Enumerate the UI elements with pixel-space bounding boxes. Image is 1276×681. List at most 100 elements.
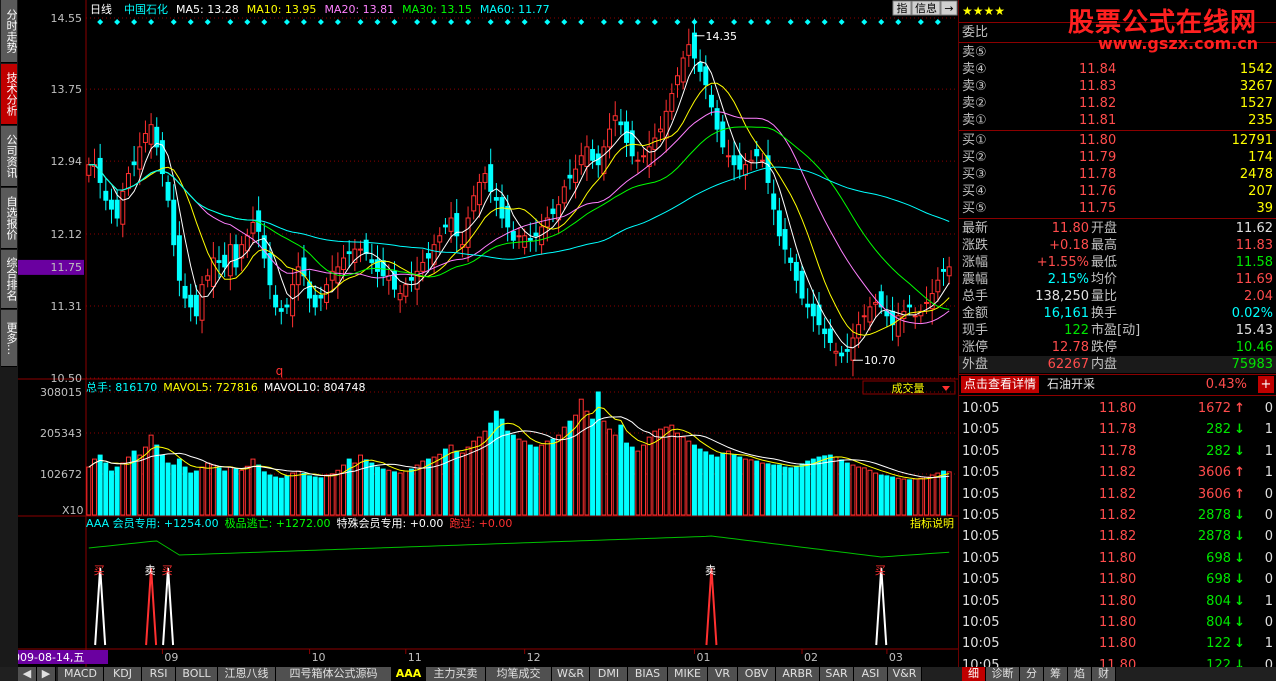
stat-value: 75983 [1231,357,1273,372]
sell-level-label: 卖⑤ [962,45,987,60]
tick-count: 0 [1264,550,1273,566]
indicator-tab-16[interactable]: SAR [820,667,854,681]
volume-bar [669,424,675,516]
sell-level-price: 11.82 [1079,96,1117,111]
left-tab-2[interactable]: 公司资讯 [1,126,18,187]
volume-bar [335,469,341,516]
date-label: 2009-08-14,五 [18,651,84,664]
volume-bar [346,458,352,516]
btn-zhi-button[interactable]: 指 [897,1,908,15]
indicator-tab-0[interactable]: MACD [58,667,104,681]
tick-time: 10:05 [962,529,1000,545]
q-marker: q [276,364,284,378]
weibi-label: 委比 [962,25,989,40]
indicator-tab-10[interactable]: DMI [590,667,628,681]
indicator-tab-14[interactable]: OBV [738,667,776,681]
arrow-down-icon: ↓ [1234,550,1245,566]
panel-tab-2[interactable]: 分 [1020,667,1044,681]
left-tab-4[interactable]: 综合排名 [1,250,18,309]
sell-signal-label: 卖 [705,564,716,577]
stat-label: 最高 [1091,238,1118,253]
buy-level-row: 买⑤ 11.75 39 [959,200,1276,217]
stat-label: 震幅 [962,272,989,287]
indicator-tab-1[interactable]: KDJ [104,667,142,681]
volume-bar [482,430,488,516]
scroll-left-button[interactable]: ◀ [18,667,37,681]
tick-time: 10:05 [962,636,1000,652]
indicator-tab-2[interactable]: RSI [142,667,176,681]
volume-bar [629,446,635,516]
stat-label: 涨跌 [962,238,989,253]
panel-tab-0[interactable]: 细 [962,667,986,681]
left-tab-3[interactable]: 自选报价 [1,188,18,249]
volume-bar [493,410,499,516]
tick-price: 11.80 [1099,636,1137,652]
volume-bar [386,469,392,516]
left-tab-0[interactable]: 分时走势 [1,0,18,63]
detail-button[interactable]: 点击查看详情 [961,376,1040,393]
tick-count: 0 [1264,529,1273,545]
stat-value: 62267 [1047,357,1089,372]
volume-bar [578,398,584,516]
tick-row: 10:05 11.82 2878 ↓ 0 [959,505,1276,526]
indicator-tab-11[interactable]: BIAS [628,667,668,681]
indicator-explain-button[interactable]: 指标说明 [910,516,954,530]
tick-count: 1 [1264,422,1273,438]
volume-bar [737,456,743,516]
indicator-tab-5[interactable]: 四号箱体公式源码 [276,667,392,681]
stat-value: 11.62 [1235,221,1273,236]
arrow-up-icon: ↑ [1234,486,1245,502]
chart-area[interactable]: 14.55 13.75 12.94 12.12 11.75 11.31 10.50 日线 中国石… [18,0,958,667]
tick-row: 10:05 11.80 122 ↓ 1 [959,633,1276,654]
volume-dropdown-label[interactable]: 成交量 [892,381,925,395]
volume-bar [533,446,539,516]
tick-volume: 698 [1206,550,1231,566]
indicator-tab-18[interactable]: V&R [888,667,922,681]
indicator-tab-15[interactable]: ARBR [776,667,820,681]
volume-bar [754,460,760,516]
volume-bar [720,452,726,516]
left-tab-1[interactable]: 技术分析 [1,64,18,125]
indicator-tab-7[interactable]: 主力买卖 [426,667,486,681]
sector-name[interactable]: 石油开采 [1047,376,1095,393]
volume-bar [244,465,250,516]
sell-level-row: 卖① 11.81 235 [959,112,1276,129]
volume-bar [929,474,935,516]
volume-bar [816,456,822,516]
indicator-tab-3[interactable]: BOLL [176,667,218,681]
indicator-tab-4[interactable]: 江恩八线 [218,667,276,681]
panel-tab-3[interactable]: 筹 [1044,667,1068,681]
panel-tab-5[interactable]: 财 [1092,667,1116,681]
indicator-tab-13[interactable]: VR [708,667,738,681]
stat-label: 量比 [1091,289,1118,304]
period-label: 日线 [90,2,112,16]
indicator-tab-12[interactable]: MIKE [668,667,708,681]
sell-level-label: 卖② [962,96,987,111]
arrow-down-icon: ↓ [1234,529,1245,545]
scroll-right-button[interactable]: ▶ [37,667,56,681]
volume-bar [561,426,567,516]
sell-level-price: 11.83 [1079,79,1117,94]
volume-bar [454,450,460,516]
indicator-tab-9[interactable]: W&R [552,667,590,681]
left-tab-5[interactable]: 更多… [1,310,18,367]
stat-row: 现手 122 市盈[动] 15.43 [959,322,1276,339]
panel-tab-1[interactable]: 诊断 [986,667,1020,681]
volume-bar [527,444,533,516]
indicator-tab-6[interactable]: AAA [392,667,426,681]
volume-bar [92,458,97,516]
indicator-tab-8[interactable]: 均笔成交 [486,667,552,681]
volume-bar [188,472,194,516]
panel-tab-4[interactable]: 焰 [1068,667,1092,681]
indicator-tab-17[interactable]: ASI [854,667,888,681]
btn-exit-button[interactable]: → [944,2,953,15]
volume-bar [273,476,279,516]
add-button[interactable]: + [1258,376,1274,393]
volume-bar [725,450,731,516]
volume-bar [703,451,709,516]
arrow-down-icon: ↓ [1234,572,1245,588]
volume-bar [607,428,613,516]
ma-legend-4: MA60: 11.77 [480,3,550,16]
btn-info-button[interactable]: 信息 [915,1,937,15]
volume-bar [635,450,641,516]
